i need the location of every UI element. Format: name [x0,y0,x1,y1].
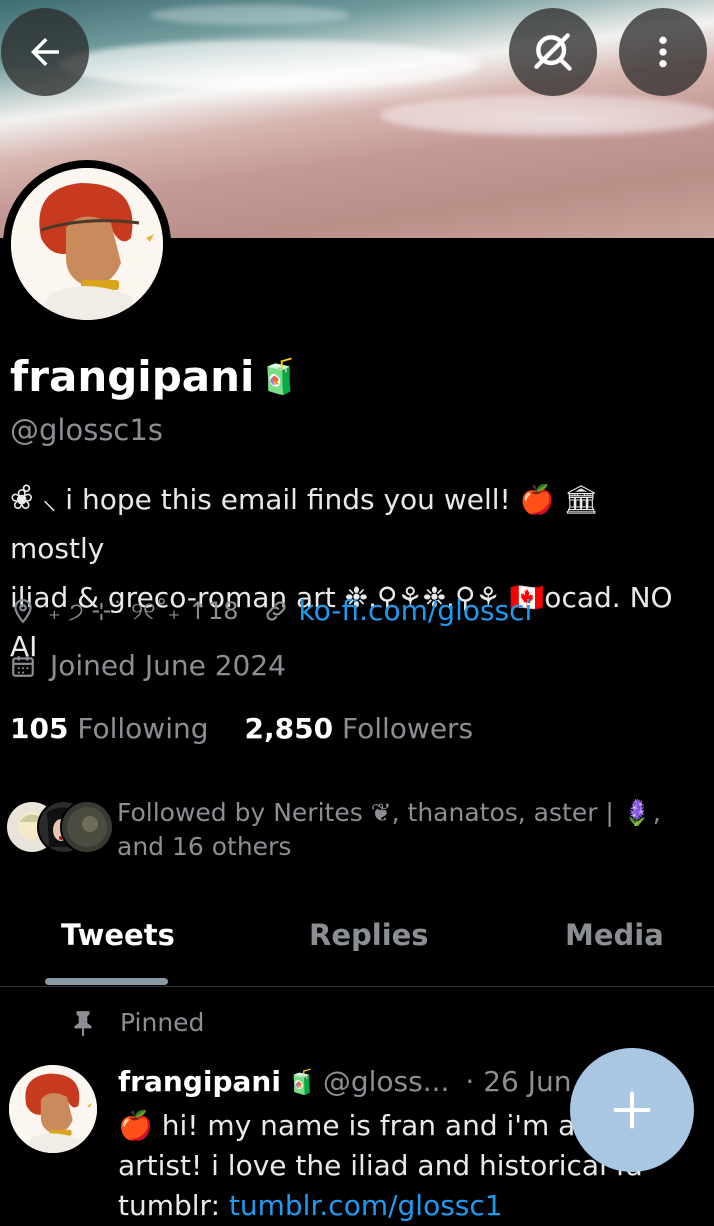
profile-bio: ❀̊ ⸜ i hope this email finds you well! 🍎… [10,475,700,671]
avatar-image [11,168,163,320]
tweet-avatar[interactable] [9,1065,97,1153]
tab-replies[interactable]: Replies [309,918,429,952]
pinned-indicator: Pinned [70,1008,204,1037]
followers-label: Followers [341,712,474,745]
back-button[interactable] [1,8,89,96]
followers-count: 2,850 [244,712,334,745]
pin-icon [74,1010,92,1036]
website-link[interactable]: ko-fi.com/glossci [299,594,533,627]
profile-avatar[interactable] [3,160,171,328]
joined-text: Joined June 2024 [50,649,286,682]
following-label: Following [77,712,209,745]
bio-line-1: ❀̊ ⸜ i hope this email finds you well! 🍎… [10,483,599,565]
followed-by-text[interactable]: Followed by Nerites ❦, thanatos, aster |… [117,796,712,864]
profile-meta: ₊ ੭ ⊹˙ ୨୧˚₊ ↑18 ko-fi.com/glossci [10,594,532,627]
profile-joined: Joined June 2024 [10,649,286,682]
profile-name-text: frangipani [10,352,255,401]
tweet-author-name[interactable]: frangipani [118,1065,281,1098]
following-link[interactable]: 105 Following [10,712,209,745]
juice-box-emoji: 🧃 [258,356,301,397]
following-count: 105 [10,712,69,745]
tweet-line-3-prefix: tumblr: [118,1189,229,1222]
tweet-author-handle[interactable]: @gloss... [323,1065,450,1098]
location-pin-icon [14,598,32,623]
search-off-button[interactable] [509,8,597,96]
tweet-header: frangipani 🧃 @gloss... · 26 Jun 24 [118,1065,616,1098]
tumblr-link[interactable]: tumblr.com/glossc1 [229,1189,503,1222]
compose-button[interactable] [570,1048,694,1172]
profile-tabs: Tweets Replies Media [0,900,714,987]
link-icon [265,600,286,621]
tweet-line-3: tumblr: tumblr.com/glossc1 [118,1186,708,1226]
location-text: ₊ ੭ ⊹˙ ୨୧˚₊ ↑18 [48,596,239,625]
profile-name: frangipani 🧃 [10,352,301,401]
follow-stats: 105 Following 2,850 Followers [10,712,473,745]
more-options-button[interactable] [619,8,707,96]
profile-handle: @glossc1s [10,413,163,447]
plus-icon [613,1091,651,1129]
calendar-icon [12,655,34,677]
arrow-left-icon [31,38,59,66]
more-vertical-icon [659,36,667,68]
tab-media[interactable]: Media [565,918,664,952]
followers-link[interactable]: 2,850 Followers [245,712,474,745]
tab-tweets[interactable]: Tweets [61,918,175,952]
no-search-icon [534,33,572,71]
pinned-label: Pinned [120,1008,205,1037]
tweet-author-emoji: 🧃 [286,1067,317,1096]
active-tab-indicator [45,978,168,985]
follower-avatar-3[interactable] [60,800,114,854]
